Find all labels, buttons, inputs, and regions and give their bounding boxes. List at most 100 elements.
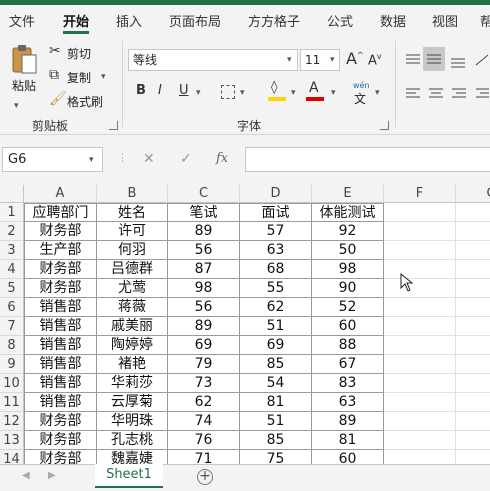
row-header-2[interactable]: 2	[0, 222, 24, 241]
header-cell[interactable]: 笔试	[168, 203, 240, 222]
data-cell[interactable]: 79	[168, 355, 240, 374]
data-cell[interactable]: 销售部	[24, 393, 97, 412]
data-cell[interactable]: 尤莺	[97, 279, 168, 298]
data-cell[interactable]: 83	[312, 374, 384, 393]
sheet-tab-sheet1[interactable]: Sheet1	[95, 464, 163, 488]
font-color-dropdown-icon[interactable]: ▾	[331, 88, 336, 98]
align-left-icon[interactable]	[405, 87, 421, 101]
font-launcher-icon[interactable]	[380, 121, 389, 130]
column-header-f[interactable]: F	[384, 185, 456, 203]
row-header-4[interactable]: 4	[0, 260, 24, 279]
data-cell[interactable]: 华明珠	[97, 412, 168, 431]
select-all-corner[interactable]	[0, 185, 24, 203]
data-cell[interactable]: 67	[312, 355, 384, 374]
tab-help[interactable]: 帮	[480, 11, 490, 30]
tab-formulas[interactable]: 公式	[327, 11, 353, 30]
data-cell[interactable]: 89	[168, 222, 240, 241]
format-painter-button[interactable]: 格式刷	[67, 93, 103, 110]
data-cell[interactable]: 89	[168, 317, 240, 336]
phonetic-guide-button[interactable]: 文	[354, 90, 366, 107]
scroll-tabs-right-icon[interactable]: ▶	[48, 471, 56, 481]
row-header-8[interactable]: 8	[0, 336, 24, 355]
data-cell[interactable]: 销售部	[24, 317, 97, 336]
data-cell[interactable]: 98	[168, 279, 240, 298]
data-cell[interactable]: 55	[240, 279, 312, 298]
paste-button[interactable]: 粘贴	[6, 43, 42, 97]
data-cell[interactable]: 63	[312, 393, 384, 412]
data-cell[interactable]: 60	[312, 450, 384, 464]
data-cell[interactable]: 褚艳	[97, 355, 168, 374]
align-right-icon[interactable]	[451, 87, 467, 101]
scroll-tabs-left-icon[interactable]: ◀	[22, 471, 30, 481]
data-cell[interactable]: 财务部	[24, 450, 97, 464]
data-cell[interactable]: 88	[312, 336, 384, 355]
data-cell[interactable]: 财务部	[24, 412, 97, 431]
data-cell[interactable]: 71	[168, 450, 240, 464]
tab-page-layout[interactable]: 页面布局	[169, 11, 221, 30]
row-header-12[interactable]: 12	[0, 412, 24, 431]
header-cell[interactable]: 姓名	[97, 203, 168, 222]
row-header-9[interactable]: 9	[0, 355, 24, 374]
name-box[interactable]: G6	[2, 147, 103, 172]
add-sheet-button[interactable]: +	[197, 469, 213, 485]
data-cell[interactable]: 54	[240, 374, 312, 393]
data-cell[interactable]: 戚美丽	[97, 317, 168, 336]
data-cell[interactable]: 陶婷婷	[97, 336, 168, 355]
data-cell[interactable]: 56	[168, 241, 240, 260]
row-header-10[interactable]: 10	[0, 374, 24, 393]
header-cell[interactable]: 面试	[240, 203, 312, 222]
data-cell[interactable]: 生产部	[24, 241, 97, 260]
data-cell[interactable]: 52	[312, 298, 384, 317]
row-header-6[interactable]: 6	[0, 298, 24, 317]
clipboard-launcher-icon[interactable]	[109, 121, 118, 130]
column-header-d[interactable]: D	[240, 185, 312, 203]
paste-dropdown-icon[interactable]: ▾	[14, 101, 19, 111]
data-cell[interactable]: 85	[240, 355, 312, 374]
font-name-dropdown-icon[interactable]: ▾	[287, 55, 292, 65]
cut-button[interactable]: 剪切	[67, 45, 91, 62]
border-icon[interactable]	[221, 85, 235, 99]
data-cell[interactable]: 81	[312, 431, 384, 450]
border-dropdown-icon[interactable]: ▾	[240, 88, 245, 98]
data-cell[interactable]: 销售部	[24, 374, 97, 393]
data-cell[interactable]: 89	[312, 412, 384, 431]
data-cell[interactable]: 销售部	[24, 355, 97, 374]
font-name-select[interactable]: 等线	[128, 49, 298, 71]
tab-insert[interactable]: 插入	[116, 11, 142, 30]
worksheet-grid[interactable]: ABCDEFG1应聘部门姓名笔试面试体能测试2财务部许可8957923生产部何羽…	[0, 185, 490, 464]
orientation-icon[interactable]	[474, 53, 490, 67]
copy-button[interactable]: 复制	[67, 69, 91, 86]
shrink-font-button[interactable]: Av	[368, 53, 382, 68]
align-center-icon[interactable]	[428, 87, 444, 101]
grow-font-button[interactable]: A^	[346, 51, 364, 67]
cancel-icon[interactable]: ✕	[143, 152, 155, 166]
indent-icon[interactable]	[475, 87, 489, 101]
data-cell[interactable]: 孔志桃	[97, 431, 168, 450]
data-cell[interactable]: 76	[168, 431, 240, 450]
data-cell[interactable]: 销售部	[24, 336, 97, 355]
data-cell[interactable]: 许可	[97, 222, 168, 241]
data-cell[interactable]: 吕德群	[97, 260, 168, 279]
underline-dropdown-icon[interactable]: ▾	[196, 88, 201, 98]
data-cell[interactable]: 81	[240, 393, 312, 412]
name-box-dropdown-icon[interactable]: ▾	[89, 155, 94, 165]
column-header-b[interactable]: B	[97, 185, 168, 203]
row-header-14[interactable]: 14	[0, 450, 24, 464]
data-cell[interactable]: 75	[240, 450, 312, 464]
data-cell[interactable]: 69	[240, 336, 312, 355]
row-header-5[interactable]: 5	[0, 279, 24, 298]
data-cell[interactable]: 90	[312, 279, 384, 298]
phonetic-dropdown-icon[interactable]: ▾	[375, 88, 380, 98]
data-cell[interactable]: 51	[240, 317, 312, 336]
data-cell[interactable]: 62	[168, 393, 240, 412]
data-cell[interactable]: 56	[168, 298, 240, 317]
row-header-3[interactable]: 3	[0, 241, 24, 260]
align-top-icon[interactable]	[405, 53, 421, 67]
data-cell[interactable]: 73	[168, 374, 240, 393]
column-header-e[interactable]: E	[312, 185, 384, 203]
header-cell[interactable]: 体能测试	[312, 203, 384, 222]
data-cell[interactable]: 50	[312, 241, 384, 260]
align-bottom-icon[interactable]	[450, 55, 466, 69]
data-cell[interactable]: 85	[240, 431, 312, 450]
column-header-g[interactable]: G	[456, 185, 490, 203]
